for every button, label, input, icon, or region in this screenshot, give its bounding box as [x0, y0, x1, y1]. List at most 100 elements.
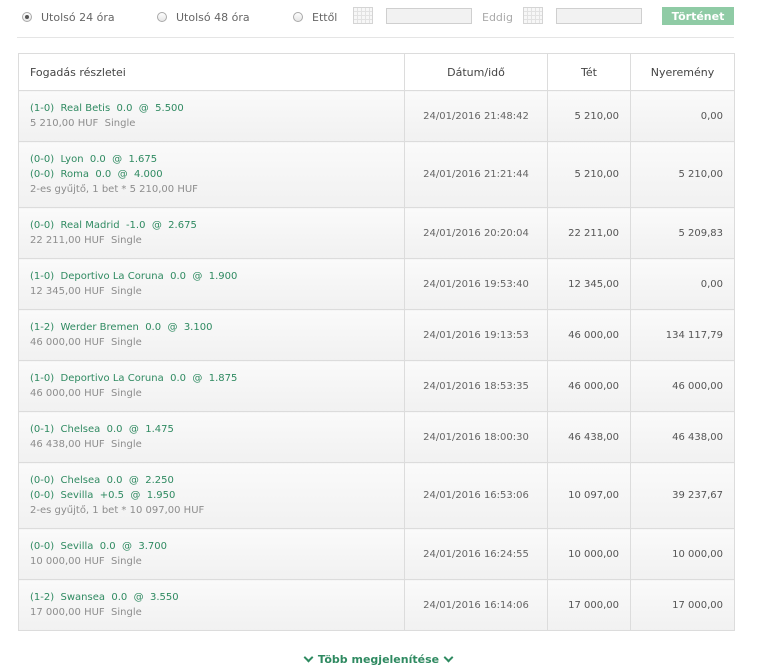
bet-amount: 46 000,00 HUF — [30, 337, 105, 348]
bet-team: Real Betis — [60, 103, 111, 114]
cell-stake: 10 000,00 — [547, 528, 631, 580]
divider — [17, 37, 734, 38]
radio-label-from: Ettől — [312, 10, 338, 24]
until-date-input[interactable] — [556, 8, 642, 24]
table-row: (0-0) Real Madrid -1.0 @ 2.675 22 211,00 … — [18, 207, 735, 259]
bet-selection-link[interactable]: (1-0) Real Betis 0.0 @ 5.500 — [30, 101, 404, 116]
bet-line: 0.0 — [99, 541, 116, 552]
bet-type: Single — [111, 607, 142, 618]
cell-winnings: 46 000,00 — [630, 360, 735, 412]
bet-score: (0-0) — [30, 475, 55, 486]
bet-team: Lyon — [60, 154, 84, 165]
cell-datetime: 24/01/2016 18:00:30 — [404, 411, 548, 463]
cell-winnings: 0,00 — [630, 258, 735, 310]
bet-team: Deportivo La Coruna — [60, 271, 164, 282]
radio-button-checked[interactable] — [22, 12, 32, 22]
table-header-row: Fogadás részletei Dátum/idő Tét Nyeremén… — [18, 53, 735, 91]
bets-table: Fogadás részletei Dátum/idő Tét Nyeremén… — [18, 53, 735, 631]
cell-bet-details: (1-0) Real Betis 0.0 @ 5.500 5 210,00 HUF… — [18, 90, 405, 142]
cell-bet-details: (0-0) Real Madrid -1.0 @ 2.675 22 211,00 … — [18, 207, 405, 259]
cell-stake: 17 000,00 — [547, 579, 631, 631]
bet-score: (0-1) — [30, 424, 55, 435]
radio-label-last-48h: Utolsó 48 óra — [176, 10, 250, 24]
bet-selection-link[interactable]: (1-2) Swansea 0.0 @ 3.550 — [30, 590, 404, 605]
bet-selection-link[interactable]: (1-2) Werder Bremen 0.0 @ 3.100 — [30, 320, 404, 335]
bet-at: @ — [192, 373, 203, 384]
cell-bet-details: (0-1) Chelsea 0.0 @ 1.475 46 438,00 HUF S… — [18, 411, 405, 463]
bet-team: Roma — [60, 169, 90, 180]
bet-selection-link[interactable]: (0-0) Sevilla 0.0 @ 3.700 — [30, 539, 404, 554]
bet-score: (0-0) — [30, 169, 55, 180]
bet-score: (1-0) — [30, 373, 55, 384]
bet-selection-link[interactable]: (0-1) Chelsea 0.0 @ 1.475 — [30, 422, 404, 437]
cell-datetime: 24/01/2016 16:24:55 — [404, 528, 548, 580]
bet-team: Chelsea — [60, 475, 101, 486]
bet-line: -1.0 — [125, 220, 146, 231]
bet-selection-link[interactable]: (0-0) Real Madrid -1.0 @ 2.675 — [30, 218, 404, 233]
cell-winnings: 5 210,00 — [630, 141, 735, 208]
bet-meta: 2-es gyűjtő, 1 bet * 10 097,00 HUF — [30, 503, 404, 518]
cell-winnings: 134 117,79 — [630, 309, 735, 361]
bet-selection-link[interactable]: (0-0) Lyon 0.0 @ 1.675 — [30, 152, 404, 167]
bet-selection-link[interactable]: (1-0) Deportivo La Coruna 0.0 @ 1.900 — [30, 269, 404, 284]
bet-score: (1-2) — [30, 592, 55, 603]
bet-line: 0.0 — [106, 424, 123, 435]
bet-at: @ — [138, 103, 149, 114]
calendar-icon[interactable] — [523, 7, 543, 24]
bet-amount: 5 210,00 HUF — [30, 118, 99, 129]
bet-odds: 3.550 — [149, 592, 179, 603]
cell-bet-details: (1-0) Deportivo La Coruna 0.0 @ 1.875 46 … — [18, 360, 405, 412]
radio-label-last-24h: Utolsó 24 óra — [41, 10, 115, 24]
bet-amount: 46 438,00 HUF — [30, 439, 105, 450]
cell-bet-details: (0-0) Lyon 0.0 @ 1.675 (0-0) Roma 0.0 @ 4… — [18, 141, 405, 208]
bet-line: +0.5 — [99, 490, 125, 501]
chevron-down-icon — [303, 652, 314, 663]
bet-type: Single — [111, 556, 142, 567]
cell-datetime: 24/01/2016 19:53:40 — [404, 258, 548, 310]
show-more-link[interactable]: Több megjelenítése — [0, 652, 757, 665]
bet-selection-link[interactable]: (0-0) Roma 0.0 @ 4.000 — [30, 167, 404, 182]
bet-amount: 12 345,00 HUF — [30, 286, 105, 297]
bet-meta: 22 211,00 HUF Single — [30, 233, 404, 248]
bet-odds: 1.950 — [146, 490, 176, 501]
radio-button[interactable] — [157, 12, 167, 22]
bet-at: @ — [122, 541, 133, 552]
bet-amount: 2-es gyűjtő, 1 bet * 5 210,00 HUF — [30, 184, 198, 195]
table-row: (0-1) Chelsea 0.0 @ 1.475 46 438,00 HUF S… — [18, 411, 735, 463]
bet-odds: 2.675 — [168, 220, 197, 231]
bet-odds: 1.475 — [145, 424, 174, 435]
header-datetime: Dátum/idő — [404, 53, 548, 91]
bet-meta: 17 000,00 HUF Single — [30, 605, 404, 620]
bet-meta: 46 000,00 HUF Single — [30, 386, 404, 401]
bet-selection-link[interactable]: (0-0) Chelsea 0.0 @ 2.250 — [30, 473, 404, 488]
cell-datetime: 24/01/2016 19:13:53 — [404, 309, 548, 361]
bet-type: Single — [111, 235, 142, 246]
cell-stake: 46 438,00 — [547, 411, 631, 463]
bet-amount: 10 000,00 HUF — [30, 556, 105, 567]
bet-odds: 2.250 — [145, 475, 174, 486]
calendar-icon[interactable] — [353, 7, 373, 24]
bet-selection-link[interactable]: (0-0) Sevilla +0.5 @ 1.950 — [30, 488, 404, 503]
table-row: (0-0) Chelsea 0.0 @ 2.250 (0-0) Sevilla +… — [18, 462, 735, 529]
cell-winnings: 39 237,67 — [630, 462, 735, 529]
radio-button[interactable] — [293, 12, 303, 22]
bet-amount: 22 211,00 HUF — [30, 235, 105, 246]
bet-selection-link[interactable]: (1-0) Deportivo La Coruna 0.0 @ 1.875 — [30, 371, 404, 386]
cell-stake: 10 097,00 — [547, 462, 631, 529]
radio-date-range[interactable]: Ettől — [293, 9, 337, 25]
cell-stake: 46 000,00 — [547, 360, 631, 412]
bet-at: @ — [128, 424, 139, 435]
cell-bet-details: (0-0) Chelsea 0.0 @ 2.250 (0-0) Sevilla +… — [18, 462, 405, 529]
bet-meta: 10 000,00 HUF Single — [30, 554, 404, 569]
from-date-input[interactable] — [386, 8, 472, 24]
history-button[interactable]: Történet — [662, 7, 734, 25]
radio-last-24h[interactable]: Utolsó 24 óra — [22, 9, 115, 25]
table-row: (1-2) Werder Bremen 0.0 @ 3.100 46 000,00… — [18, 309, 735, 361]
bet-odds: 4.000 — [133, 169, 163, 180]
bets-table-body: (1-0) Real Betis 0.0 @ 5.500 5 210,00 HUF… — [18, 90, 735, 631]
bet-line: 0.0 — [170, 373, 187, 384]
bet-type: Single — [111, 439, 142, 450]
radio-last-48h[interactable]: Utolsó 48 óra — [157, 9, 250, 25]
bet-at: @ — [167, 322, 178, 333]
cell-stake: 22 211,00 — [547, 207, 631, 259]
